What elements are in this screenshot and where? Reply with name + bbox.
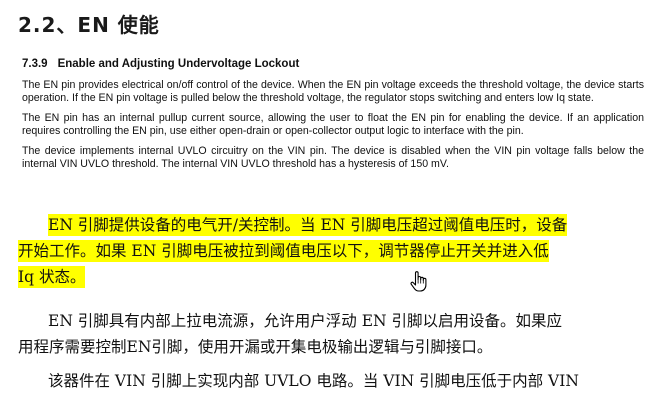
translation-line: EN 引脚提供设备的电气开/关控制。当 EN 引脚电压超过阈值电压时，设备 [18,212,654,238]
translation-paragraph-1: EN 引脚提供设备的电气开/关控制。当 EN 引脚电压超过阈值电压时，设备 开始… [18,212,654,290]
highlighted-text: 开始工作。如果 EN 引脚电压被拉到阈值电压以下，调节器停止开关并进入低 [18,240,549,262]
translation-line: EN 引脚具有内部上拉电流源，允许用户浮动 EN 引脚以启用设备。如果应 [48,312,563,330]
excerpt-paragraph-1: The EN pin provides electrical on/off co… [22,79,644,104]
highlighted-text: Iq 状态。 [18,266,86,288]
translation-paragraph-2: EN 引脚具有内部上拉电流源，允许用户浮动 EN 引脚以启用设备。如果应 用程序… [18,308,654,360]
translation-line: 用程序需要控制EN引脚，使用开漏或开集电极输出逻辑与引脚接口。 [18,338,493,356]
excerpt-section-number: 7.3.9 [22,58,48,70]
section-title: 2.2、EN 使能 [18,13,160,37]
translation-line: 开始工作。如果 EN 引脚电压被拉到阈值电压以下，调节器停止开关并进入低 [18,238,654,264]
excerpt-heading-text: Enable and Adjusting Undervoltage Lockou… [57,58,300,70]
hand-pointer-icon [410,271,427,292]
translation-line: Iq 状态。 [18,264,654,290]
highlighted-text: EN 引脚提供设备的电气开/关控制。当 EN 引脚电压超过阈值电压时，设备 [48,214,568,236]
translation-line: 该器件在 VIN 引脚上实现内部 UVLO 电路。当 VIN 引脚电压低于内部 … [48,372,579,390]
document-page: 2.2、EN 使能 7.3.9 Enable and Adjusting Unde… [0,0,667,406]
excerpt-paragraph-3: The device implements internal UVLO circ… [22,145,644,170]
translation-paragraph-3: 该器件在 VIN 引脚上实现内部 UVLO 电路。当 VIN 引脚电压低于内部 … [18,368,654,394]
excerpt-heading: 7.3.9 Enable and Adjusting Undervoltage L… [22,58,644,70]
datasheet-excerpt: 7.3.9 Enable and Adjusting Undervoltage L… [22,58,644,178]
excerpt-paragraph-2: The EN pin has an internal pullup curren… [22,112,644,137]
